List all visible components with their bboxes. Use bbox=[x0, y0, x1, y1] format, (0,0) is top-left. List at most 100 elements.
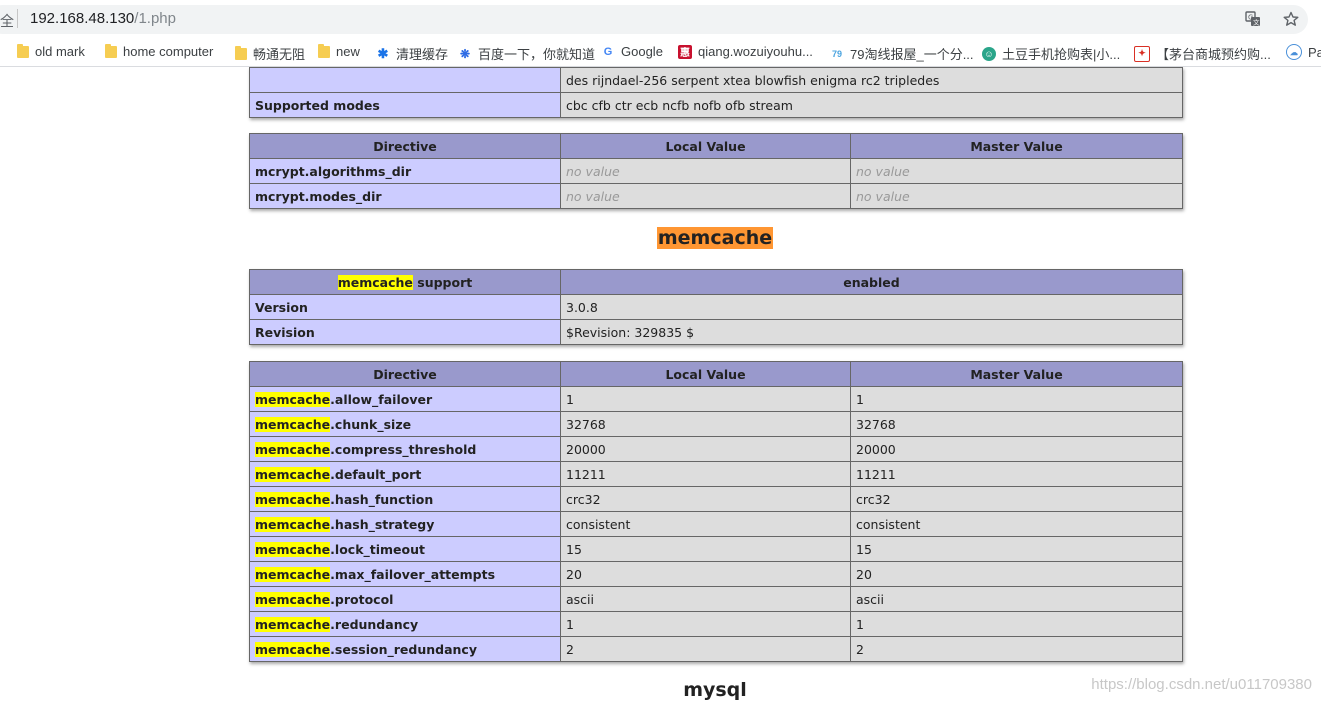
directive-suffix: .session_redundancy bbox=[330, 641, 477, 657]
directive-suffix: .default_port bbox=[330, 466, 422, 482]
directive-suffix: .hash_strategy bbox=[330, 516, 435, 532]
directive-name: memcache.redundancy bbox=[249, 611, 561, 637]
support-label: support bbox=[412, 274, 473, 290]
header-directive: Directive bbox=[249, 133, 561, 159]
bookmark-label: old mark bbox=[35, 44, 85, 59]
master-value: 20 bbox=[850, 561, 1183, 587]
table-row: mcrypt.algorithms_dir no value no value bbox=[249, 158, 1183, 184]
phpinfo-page: des rijndael-256 serpent xtea blowfish e… bbox=[0, 67, 1321, 704]
directive-suffix: .chunk_size bbox=[330, 416, 412, 432]
search-match: memcache bbox=[255, 416, 331, 432]
mcrypt-directives-table: Directive Local Value Master Value mcryp… bbox=[249, 133, 1183, 209]
table-row: memcache.protocol ascii ascii bbox=[249, 586, 1183, 612]
table-row: memcache.hash_strategy consistent consiste… bbox=[249, 511, 1183, 537]
bookmark-79[interactable]: 79 79淘线报屋_一个分... bbox=[830, 44, 974, 63]
directive-name: memcache.chunk_size bbox=[249, 411, 561, 437]
bookmark-home-computer[interactable]: home computer bbox=[105, 43, 213, 59]
bookmark-clear-cache[interactable]: ✱ 清理缓存 bbox=[376, 44, 448, 63]
table-row: Revision $Revision: 329835 $ bbox=[249, 319, 1183, 345]
star-icon[interactable] bbox=[1281, 9, 1301, 29]
directive-suffix: .max_failover_attempts bbox=[330, 566, 496, 582]
table-row: Supported modes cbc cfb ctr ecb ncfb nof… bbox=[249, 92, 1183, 118]
directive-name: memcache.compress_threshold bbox=[249, 436, 561, 462]
master-value: 32768 bbox=[850, 411, 1183, 437]
table-row: des rijndael-256 serpent xtea blowfish e… bbox=[249, 67, 1183, 93]
table-row: memcache.default_port 11211 11211 bbox=[249, 461, 1183, 487]
directive-suffix: .redundancy bbox=[330, 616, 419, 632]
bookmark-maotai[interactable]: ✦ 【茅台商城预约购... bbox=[1134, 44, 1271, 63]
master-value: no value bbox=[850, 183, 1183, 209]
search-match: memcache bbox=[337, 274, 413, 290]
table-header-row: Directive Local Value Master Value bbox=[249, 361, 1183, 387]
gear-icon: ✱ bbox=[377, 45, 389, 61]
search-match: memcache bbox=[255, 641, 331, 657]
bookmark-new[interactable]: new bbox=[318, 43, 360, 59]
table-label-cell bbox=[249, 67, 561, 93]
maotai-icon: ✦ bbox=[1134, 45, 1150, 62]
header-master-value: Master Value bbox=[850, 361, 1183, 387]
omnibox[interactable] bbox=[0, 5, 1308, 34]
revision-label: Revision bbox=[249, 319, 561, 345]
master-value: consistent bbox=[850, 511, 1183, 537]
table-row: memcache.session_redundancy 2 2 bbox=[249, 636, 1183, 662]
search-match: memcache bbox=[255, 441, 331, 457]
bookmark-tudou[interactable]: ☺ 土豆手机抢购表|小... bbox=[982, 44, 1120, 63]
bookmark-label: 土豆手机抢购表|小... bbox=[1002, 47, 1121, 62]
bookmark-label: 清理缓存 bbox=[396, 47, 449, 62]
bookmark-label: Pa bbox=[1308, 44, 1321, 60]
search-match: memcache bbox=[255, 566, 331, 582]
table-row: memcache.lock_timeout 15 15 bbox=[249, 536, 1183, 562]
folder-icon bbox=[235, 45, 247, 60]
bookmark-label: 【茅台商城预约购... bbox=[1156, 47, 1271, 62]
url-host: 192.168.48.130 bbox=[30, 10, 135, 27]
search-match: memcache bbox=[255, 516, 331, 532]
version-label: Version bbox=[249, 294, 561, 320]
directive-name: memcache.default_port bbox=[249, 461, 561, 487]
header-local-value: Local Value bbox=[560, 361, 851, 387]
header-local-value: Local Value bbox=[560, 133, 851, 159]
local-value: 1 bbox=[560, 611, 851, 637]
local-value: no value bbox=[560, 183, 851, 209]
bookmark-label: 畅通无阻 bbox=[253, 47, 306, 62]
table-row: memcache.redundancy 1 1 bbox=[249, 611, 1183, 637]
search-match-current: memcache bbox=[656, 227, 774, 249]
search-match: memcache bbox=[255, 616, 331, 632]
local-value: 20 bbox=[560, 561, 851, 587]
baidu-paw-icon: ❋ bbox=[459, 46, 471, 61]
table-row: mcrypt.modes_dir no value no value bbox=[249, 183, 1183, 209]
google-icon: G bbox=[603, 45, 613, 58]
bookmark-qiang[interactable]: 惠 qiang.wozuiyouhu... bbox=[678, 44, 813, 59]
folder-icon bbox=[17, 43, 29, 58]
directive-suffix: .hash_function bbox=[330, 491, 434, 507]
bookmark-label: 百度一下，你就知道 bbox=[478, 47, 596, 62]
local-value: 1 bbox=[560, 386, 851, 412]
omnibox-divider bbox=[17, 9, 18, 28]
directive-suffix: .lock_timeout bbox=[330, 541, 425, 557]
memcache-info-table: memcache support enabled Version 3.0.8 R… bbox=[249, 269, 1183, 345]
directive-name: memcache.hash_strategy bbox=[249, 511, 561, 537]
security-indicator[interactable]: 全 bbox=[0, 11, 14, 31]
modes-label: Supported modes bbox=[249, 92, 561, 118]
memcache-directives-table: Directive Local Value Master Value memca… bbox=[249, 361, 1183, 662]
local-value: 32768 bbox=[560, 411, 851, 437]
local-value: consistent bbox=[560, 511, 851, 537]
omnibox-actions: G文 bbox=[1243, 9, 1301, 29]
directive-suffix: .compress_threshold bbox=[330, 441, 477, 457]
bookmark-baidu[interactable]: ❋ 百度一下，你就知道 bbox=[458, 44, 595, 63]
table-header-row: Directive Local Value Master Value bbox=[249, 133, 1183, 159]
bookmark-label: 79淘线报屋_一个分... bbox=[850, 47, 974, 62]
directive-name: memcache.protocol bbox=[249, 586, 561, 612]
tudou-icon: ☺ bbox=[982, 46, 996, 61]
support-status: enabled bbox=[560, 269, 1183, 295]
bookmark-old-mark[interactable]: old mark bbox=[17, 43, 85, 59]
translate-icon[interactable]: G文 bbox=[1243, 9, 1263, 29]
search-match: memcache bbox=[255, 591, 331, 607]
bookmark-changtong[interactable]: 畅通无阻 bbox=[235, 44, 305, 63]
bookmarks-bar: : old mark home computer 畅通无阻 new ✱清理缓存 … bbox=[0, 38, 1321, 67]
directive-name: mcrypt.algorithms_dir bbox=[249, 158, 561, 184]
table-row: memcache.max_failover_attempts 20 20 bbox=[249, 561, 1183, 587]
bookmark-google[interactable]: G Google bbox=[601, 44, 663, 59]
master-value: no value bbox=[850, 158, 1183, 184]
bookmark-pa[interactable]: ☁ Pa bbox=[1286, 44, 1321, 60]
url-text[interactable]: 192.168.48.130/1.php bbox=[30, 10, 176, 27]
